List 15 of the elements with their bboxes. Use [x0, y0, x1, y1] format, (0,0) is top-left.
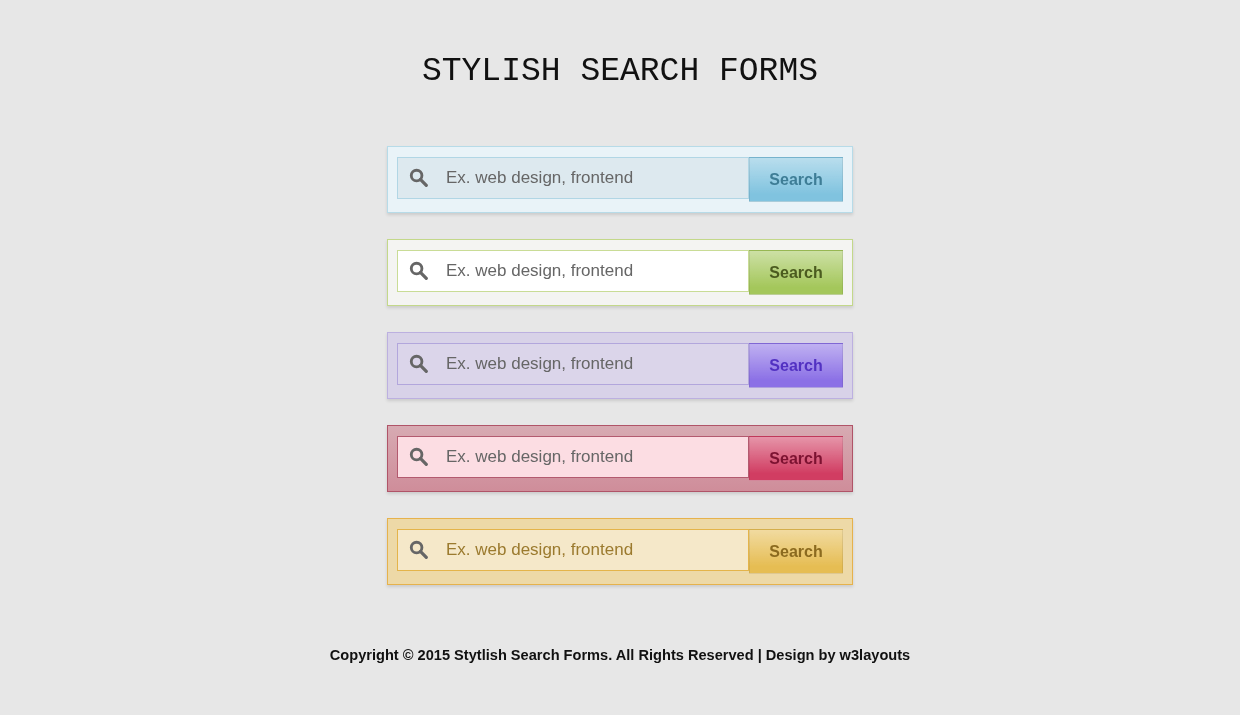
page-title: STYLISH SEARCH FORMS [421, 52, 819, 92]
search-button[interactable]: Search [749, 436, 843, 481]
copyright-text: Copyright © 2015 Stytlish Search Forms. All Rights Reserved | Design by w3layouts [329, 646, 911, 665]
search-field[interactable]: Ex. web design, frontend [397, 343, 749, 385]
search-icon [409, 447, 428, 466]
search-icon [409, 168, 428, 187]
search-field[interactable]: Ex. web design, frontend [397, 436, 749, 478]
search-button[interactable]: Search [749, 529, 843, 574]
search-field[interactable]: Ex. web design, frontend [397, 529, 749, 571]
search-icon [409, 540, 428, 559]
search-icon [409, 354, 428, 373]
search-icon [409, 261, 428, 280]
search-button[interactable]: Search [749, 250, 843, 295]
search-button[interactable]: Search [749, 343, 843, 388]
search-button[interactable]: Search [749, 157, 843, 202]
